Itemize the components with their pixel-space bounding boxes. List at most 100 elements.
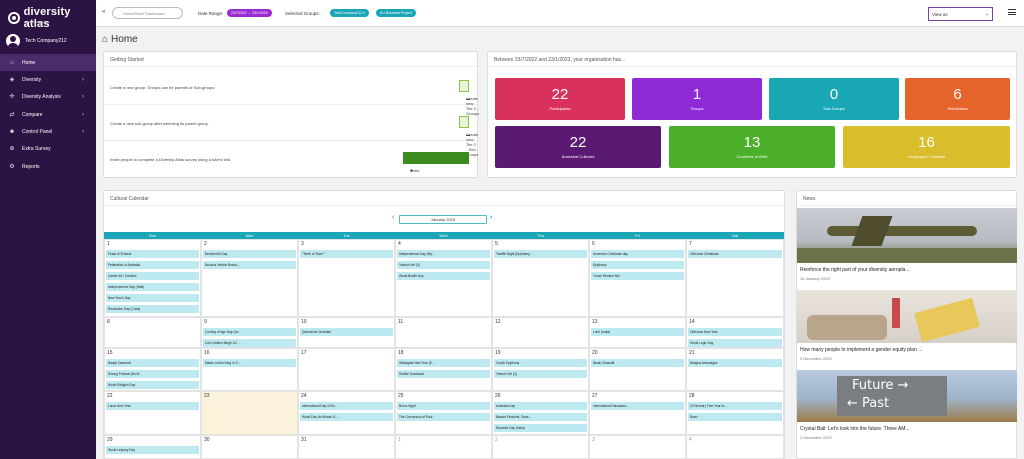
calendar-event[interactable]: International Holocaust...: [591, 402, 684, 410]
calendar-day-cell[interactable]: 3: [589, 435, 686, 459]
calendar-day-cell[interactable]: 2: [492, 435, 589, 459]
calendar-event[interactable]: Orthodox Christmas: [688, 250, 782, 258]
stat-tile-countries-of-birth[interactable]: 13 Countries of Birth: [669, 126, 835, 168]
calendar-day-cell[interactable]: 27 International Holocaust...: [589, 391, 686, 435]
calendar-event[interactable]: Nuuzha Vehicle Bucka...: [203, 261, 296, 269]
calendar-day-cell[interactable]: 29 World Leprosy Day: [104, 435, 201, 459]
calendar-day-cell[interactable]: 11: [395, 317, 492, 348]
calendar-day-cell[interactable]: 12: [492, 317, 589, 348]
calendar-event[interactable]: Quthoschk Charlotte: [300, 328, 393, 336]
calendar-event[interactable]: Yeavoh Vet (3): [397, 261, 490, 269]
calendar-day-cell[interactable]: 5 Twelfth Night (Epiphany...: [492, 239, 589, 317]
calendar-day-cell[interactable]: 17: [298, 348, 395, 391]
calendar-day-cell[interactable]: 20 Ntusk Zimandtt: [589, 348, 686, 391]
calendar-event[interactable]: Basant Panchmi, Sana...: [494, 413, 587, 421]
news-title-1[interactable]: Reinforce the right part of your diversi…: [800, 267, 1014, 273]
news-image-sign[interactable]: Future → ← Past: [797, 370, 1017, 422]
sidebar-item-extra-survey[interactable]: ⊕ Extra Survey: [0, 140, 96, 157]
calendar-event[interactable]: Coming of Age Day (Ja...: [203, 328, 296, 336]
save-dashboard-button[interactable]: Home/Save Dashboard: [112, 7, 183, 19]
sidebar-item-diversity-analysis[interactable]: ✣ Diversity Analysis ›: [0, 88, 96, 105]
calendar-event[interactable]: Lunar New Year: [106, 402, 199, 410]
calendar-event[interactable]: Coin Golden Bingh Jr2 ...: [203, 339, 296, 347]
stat-tile-ancestral-cultures[interactable]: 22 Ancestral Cultures: [495, 126, 661, 168]
calendar-event[interactable]: International Day of Ed...: [300, 402, 393, 410]
group-pill[interactable]: TechCompany212 ▾: [330, 9, 369, 17]
stat-tile-worldviews[interactable]: 6 Worldviews: [905, 78, 1010, 120]
menu-icon[interactable]: [1008, 9, 1016, 15]
calendar-day-cell[interactable]: 15 Nasjet Zamanrtt Sinong Festival (Bo M..…: [104, 348, 201, 391]
calendar-event[interactable]: Republic Day (India): [494, 424, 587, 432]
calendar-event[interactable]: Armenian Christmas day: [591, 250, 684, 258]
calendar-day-cell[interactable]: 4: [686, 435, 784, 459]
calendar-day-cell[interactable]: 2 Berchtold's Day Nuuzha Vehicle Bucka...: [201, 239, 298, 317]
news-image-aircraft[interactable]: [797, 208, 1017, 263]
project-pill[interactable]: EU Business Project: [376, 9, 416, 17]
calendar-day-cell[interactable]: 18 Wahagate New Year (E... Shettle Duedsac…: [395, 348, 492, 391]
calendar-day-cell[interactable]: 7 Orthodox Christmas: [686, 239, 784, 317]
sidebar-item-control-panel[interactable]: ☻ Control Panel ›: [0, 123, 96, 140]
collapse-sidebar-icon[interactable]: «: [102, 9, 105, 15]
calendar-event[interactable]: Coptic Epiphany: [494, 359, 587, 367]
stat-tile-groups[interactable]: 1 Groups: [632, 78, 762, 120]
sidebar-item-diversity[interactable]: ◈ Diversity ›: [0, 71, 96, 88]
calendar-day-cell[interactable]: 13 Lohri (India): [589, 317, 686, 348]
calendar-event[interactable]: 15 Shevat | Tree Year fo...: [688, 402, 782, 410]
calendar-day-cell[interactable]: 28 15 Shevat | Tree Year fo... Boeri: [686, 391, 784, 435]
news-image-office[interactable]: [797, 290, 1017, 343]
calendar-day-cell[interactable]: 4 Independence Day (My... Yeavoh Vet (3) Wo…: [395, 239, 492, 317]
calendar-event[interactable]: Berchtold's Day: [203, 250, 296, 258]
next-month-icon[interactable]: ›: [490, 214, 492, 221]
create-subgroup-button[interactable]: ▬ Create new Tier 2 - Sub-groups: [459, 116, 478, 157]
sidebar-item-home[interactable]: ⌂ Home: [0, 54, 96, 71]
calendar-day-cell[interactable]: 31: [298, 435, 395, 459]
prev-month-icon[interactable]: ‹: [392, 214, 394, 221]
calendar-day-cell[interactable]: 9 Coming of Age Day (Ja... Coin Golden Bin…: [201, 317, 298, 348]
calendar-day-cell[interactable]: 1 Feast of St Basil Federation of Australi…: [104, 239, 201, 317]
calendar-event[interactable]: Independence Day (My...: [397, 250, 490, 258]
invite-button[interactable]: ✚ Invite: [403, 152, 469, 173]
calendar-event[interactable]: Twelfth Night (Epiphany...: [494, 250, 587, 258]
news-title-2[interactable]: How many people to implement a gender eq…: [800, 347, 1014, 353]
calendar-event[interactable]: Yeavoh Vet (3): [494, 370, 587, 378]
calendar-event[interactable]: Shettle Duedsach: [397, 370, 490, 378]
calendar-day-cell[interactable]: 10 Quthoschk Charlotte: [298, 317, 395, 348]
calendar-event[interactable]: The Conversion of Paul: [397, 413, 490, 421]
calendar-day-cell[interactable]: 26 Australia Day Basant Panchmi, Sana... Re…: [492, 391, 589, 435]
calendar-event[interactable]: Australia Day: [494, 402, 587, 410]
stat-tile-sub-groups[interactable]: 0 Sub-Groups: [769, 78, 899, 120]
calendar-event[interactable]: Feast of St Basil: [106, 250, 199, 258]
calendar-event[interactable]: World Braille Day: [397, 272, 490, 280]
calendar-event[interactable]: Orthodox New Year: [688, 328, 782, 336]
date-range-pill[interactable]: 23/7/2022 → 23/1/2023: [227, 9, 272, 17]
stat-tile-languages-dialects[interactable]: 16 Languages / Dialects: [843, 126, 1010, 168]
view-as-select[interactable]: View as ⌄: [928, 7, 993, 21]
sidebar-item-reports[interactable]: ⚙ Reports: [0, 158, 96, 175]
calendar-event[interactable]: Boeri: [688, 413, 782, 421]
calendar-day-cell[interactable]: 16 Martin Luther King Jr D...: [201, 348, 298, 391]
calendar-event[interactable]: Independence Day (Haiti): [106, 283, 199, 291]
calendar-event[interactable]: Lohri (India): [591, 328, 684, 336]
calendar-event[interactable]: Nkagha Amuwagbo: [688, 359, 782, 367]
calendar-event[interactable]: World Day for African &...: [300, 413, 393, 421]
calendar-event[interactable]: Ntusk Zimandtt: [591, 359, 684, 367]
news-title-3[interactable]: Crystal Ball: Let's look into the future…: [800, 426, 1014, 432]
calendar-event[interactable]: "Tenth of Tevet ": [300, 250, 393, 258]
calendar-event[interactable]: Epiphany: [591, 261, 684, 269]
calendar-event[interactable]: Sinong Festival (Bo M...: [106, 370, 199, 378]
calendar-day-cell[interactable]: 6 Armenian Christmas day Epiphany Ynovk Rem…: [589, 239, 686, 317]
user-profile[interactable]: Tech Company212: [6, 34, 67, 48]
brand-logo[interactable]: diversity atlas by Cultural Infusion: [8, 6, 96, 30]
calendar-event[interactable]: World Logic Day: [688, 339, 782, 347]
calendar-day-cell[interactable]: 30: [201, 435, 298, 459]
calendar-day-cell[interactable]: 19 Coptic Epiphany Yeavoh Vet (3): [492, 348, 589, 391]
calendar-event[interactable]: World Leprosy Day: [106, 446, 199, 454]
calendar-event[interactable]: Nasjet Zamanrtt: [106, 359, 199, 367]
calendar-event[interactable]: World Religion Day: [106, 381, 199, 389]
calendar-day-cell[interactable]: 14 Orthodox New Year World Logic Day: [686, 317, 784, 348]
calendar-day-cell[interactable]: 3 "Tenth of Tevet ": [298, 239, 395, 317]
create-group-button[interactable]: ▬ Create new Tier 2 - Groups: [459, 80, 479, 116]
calendar-event[interactable]: Burns Night: [397, 402, 490, 410]
calendar-event[interactable]: Carrier-ful / Candles: [106, 272, 199, 280]
calendar-event[interactable]: New Year's Day: [106, 294, 199, 302]
